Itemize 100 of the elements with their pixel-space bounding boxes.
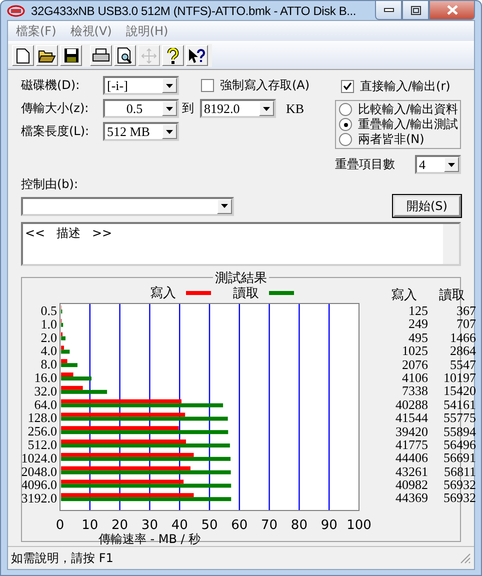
maximize-icon — [410, 6, 420, 14]
io-mode-radio[interactable]: 兩者皆非(N) — [339, 132, 457, 147]
read-bar — [61, 376, 92, 380]
toolbar-button[interactable] — [90, 45, 112, 66]
table-cell: 44369 — [396, 492, 428, 506]
table-cell: 125 — [408, 305, 428, 318]
field-label: 控制由(b): — [21, 176, 80, 193]
table-cell: 56496 — [444, 438, 476, 452]
scrollbar[interactable] — [443, 224, 459, 264]
close-button[interactable] — [429, 1, 475, 20]
block-size-label: 128.0 — [28, 410, 57, 426]
table-cell: 367 — [456, 305, 476, 318]
table-cell: 707 — [456, 318, 476, 332]
table-cell: 10197 — [444, 372, 476, 386]
window-title: 32G433xNB USB3.0 512M (NTFS)-ATTO.bmk - ATTO Disk B... — [31, 4, 358, 18]
read-bar — [61, 363, 78, 368]
transfer-to-select[interactable]: 8192.0 — [200, 99, 276, 118]
resize-grip-icon[interactable] — [460, 552, 471, 564]
block-size-label: 512.0 — [28, 437, 57, 452]
table-cell: 56811 — [444, 466, 476, 480]
axis-tick-label: 0 — [56, 518, 64, 533]
block-size-label: 1.0 — [40, 316, 57, 332]
write-bar — [61, 386, 83, 390]
legend-label: 寫入 — [150, 285, 176, 302]
axis-tick-label: 30 — [141, 518, 158, 533]
block-size-label: 256.0 — [28, 424, 57, 439]
axis-tick-label: 100 — [346, 518, 372, 533]
read-bar — [61, 322, 64, 327]
block-size-label: 64.0 — [34, 396, 57, 412]
group-title: 測試結果 — [213, 269, 269, 287]
table-cell: 41775 — [396, 438, 428, 452]
status-text: 如需說明，請按 F1 — [11, 550, 114, 566]
toolbar-button[interactable] — [36, 45, 58, 66]
axis-tick-label: 20 — [112, 518, 128, 533]
axis-tick-label: 70 — [261, 518, 278, 533]
direct-io-checkbox[interactable]: 直接輸入/輸出(r) — [341, 76, 461, 96]
close-icon — [446, 5, 458, 15]
unit-label: KB — [286, 100, 304, 116]
menu-item[interactable]: 檔案(F) — [16, 23, 56, 39]
table-cell: 55775 — [444, 412, 476, 426]
maximize-button[interactable] — [402, 1, 429, 20]
block-size-label: 4.0 — [40, 343, 57, 358]
minimize-button[interactable] — [375, 1, 402, 20]
read-bar — [61, 336, 66, 340]
axis-title: 傳輸速率 - MB / 秒 — [98, 532, 201, 545]
toolbar-button[interactable] — [60, 45, 82, 66]
checkmark-icon — [343, 82, 352, 90]
block-size-label: 3192.0 — [22, 490, 57, 506]
table-cell: 54161 — [444, 398, 476, 412]
blank-page-icon — [16, 48, 30, 64]
write-bar — [61, 372, 74, 376]
menu-item[interactable]: 檢視(V) — [70, 23, 112, 39]
help-button[interactable] — [186, 45, 208, 66]
axis-tick-label: 60 — [231, 518, 248, 533]
block-size-label: 2048.0 — [22, 464, 57, 479]
start-button[interactable]: 開始(S) — [393, 195, 461, 217]
write-bar — [61, 346, 64, 350]
table-cell: 15420 — [444, 385, 476, 399]
question-mark-icon — [167, 48, 179, 64]
axis-tick-label: 50 — [201, 518, 218, 533]
transfer-from-select[interactable]: 0.5 — [103, 99, 179, 118]
table-cell: 43261 — [396, 466, 428, 480]
help-button[interactable] — [162, 45, 184, 66]
write-bar — [61, 359, 68, 364]
force-write-checkbox[interactable]: 強制寫入存取(A) — [201, 77, 310, 94]
axis-tick-label: 40 — [171, 518, 188, 533]
read-bar — [61, 390, 108, 394]
table-cell: 56691 — [444, 452, 476, 466]
field-label: 傳輸大小(z): — [21, 100, 90, 117]
description-text: << 描述 >> — [24, 225, 114, 242]
table-cell: 39420 — [396, 426, 428, 439]
table-cell: 1466 — [450, 332, 476, 346]
drive-select[interactable]: [-i-] — [103, 76, 179, 95]
menu-item[interactable]: 說明(H) — [126, 23, 168, 39]
table-cell: 40982 — [396, 479, 428, 492]
legend-label: 讀取 — [233, 285, 259, 302]
drive-logo-icon — [7, 4, 25, 16]
table-cell: 1025 — [402, 345, 428, 359]
table-cell: 40288 — [396, 398, 428, 412]
block-size-label: 0.5 — [40, 303, 57, 318]
toolbar-button[interactable] — [12, 45, 34, 66]
toolbar-button[interactable] — [114, 45, 136, 66]
table-cell: 56932 — [444, 492, 476, 506]
four-arrows-icon — [141, 48, 157, 64]
table-cell: 55894 — [444, 426, 476, 439]
field-label: 磁碟機(D): — [21, 77, 81, 94]
io-mode-radio[interactable]: 重疊輸入/輸出測試 — [339, 117, 457, 132]
range-label: 到 — [182, 100, 194, 117]
table-cell: 7338 — [402, 385, 428, 399]
controlled-by-select[interactable] — [21, 196, 234, 216]
axis-tick-label: 80 — [290, 518, 308, 533]
file-length-select[interactable]: 512 MB — [103, 122, 179, 141]
description-box[interactable]: << 描述 >> — [21, 222, 461, 266]
axis-tick-label: 90 — [320, 518, 338, 533]
table-cell: 41544 — [396, 412, 428, 426]
read-bar — [61, 350, 70, 354]
pointer-question-icon — [188, 48, 206, 64]
table-cell: 495 — [408, 332, 428, 346]
queue-depth-select[interactable]: 4 — [415, 155, 461, 174]
io-mode-radio[interactable]: 比較輸入/輸出資料 — [339, 102, 457, 117]
